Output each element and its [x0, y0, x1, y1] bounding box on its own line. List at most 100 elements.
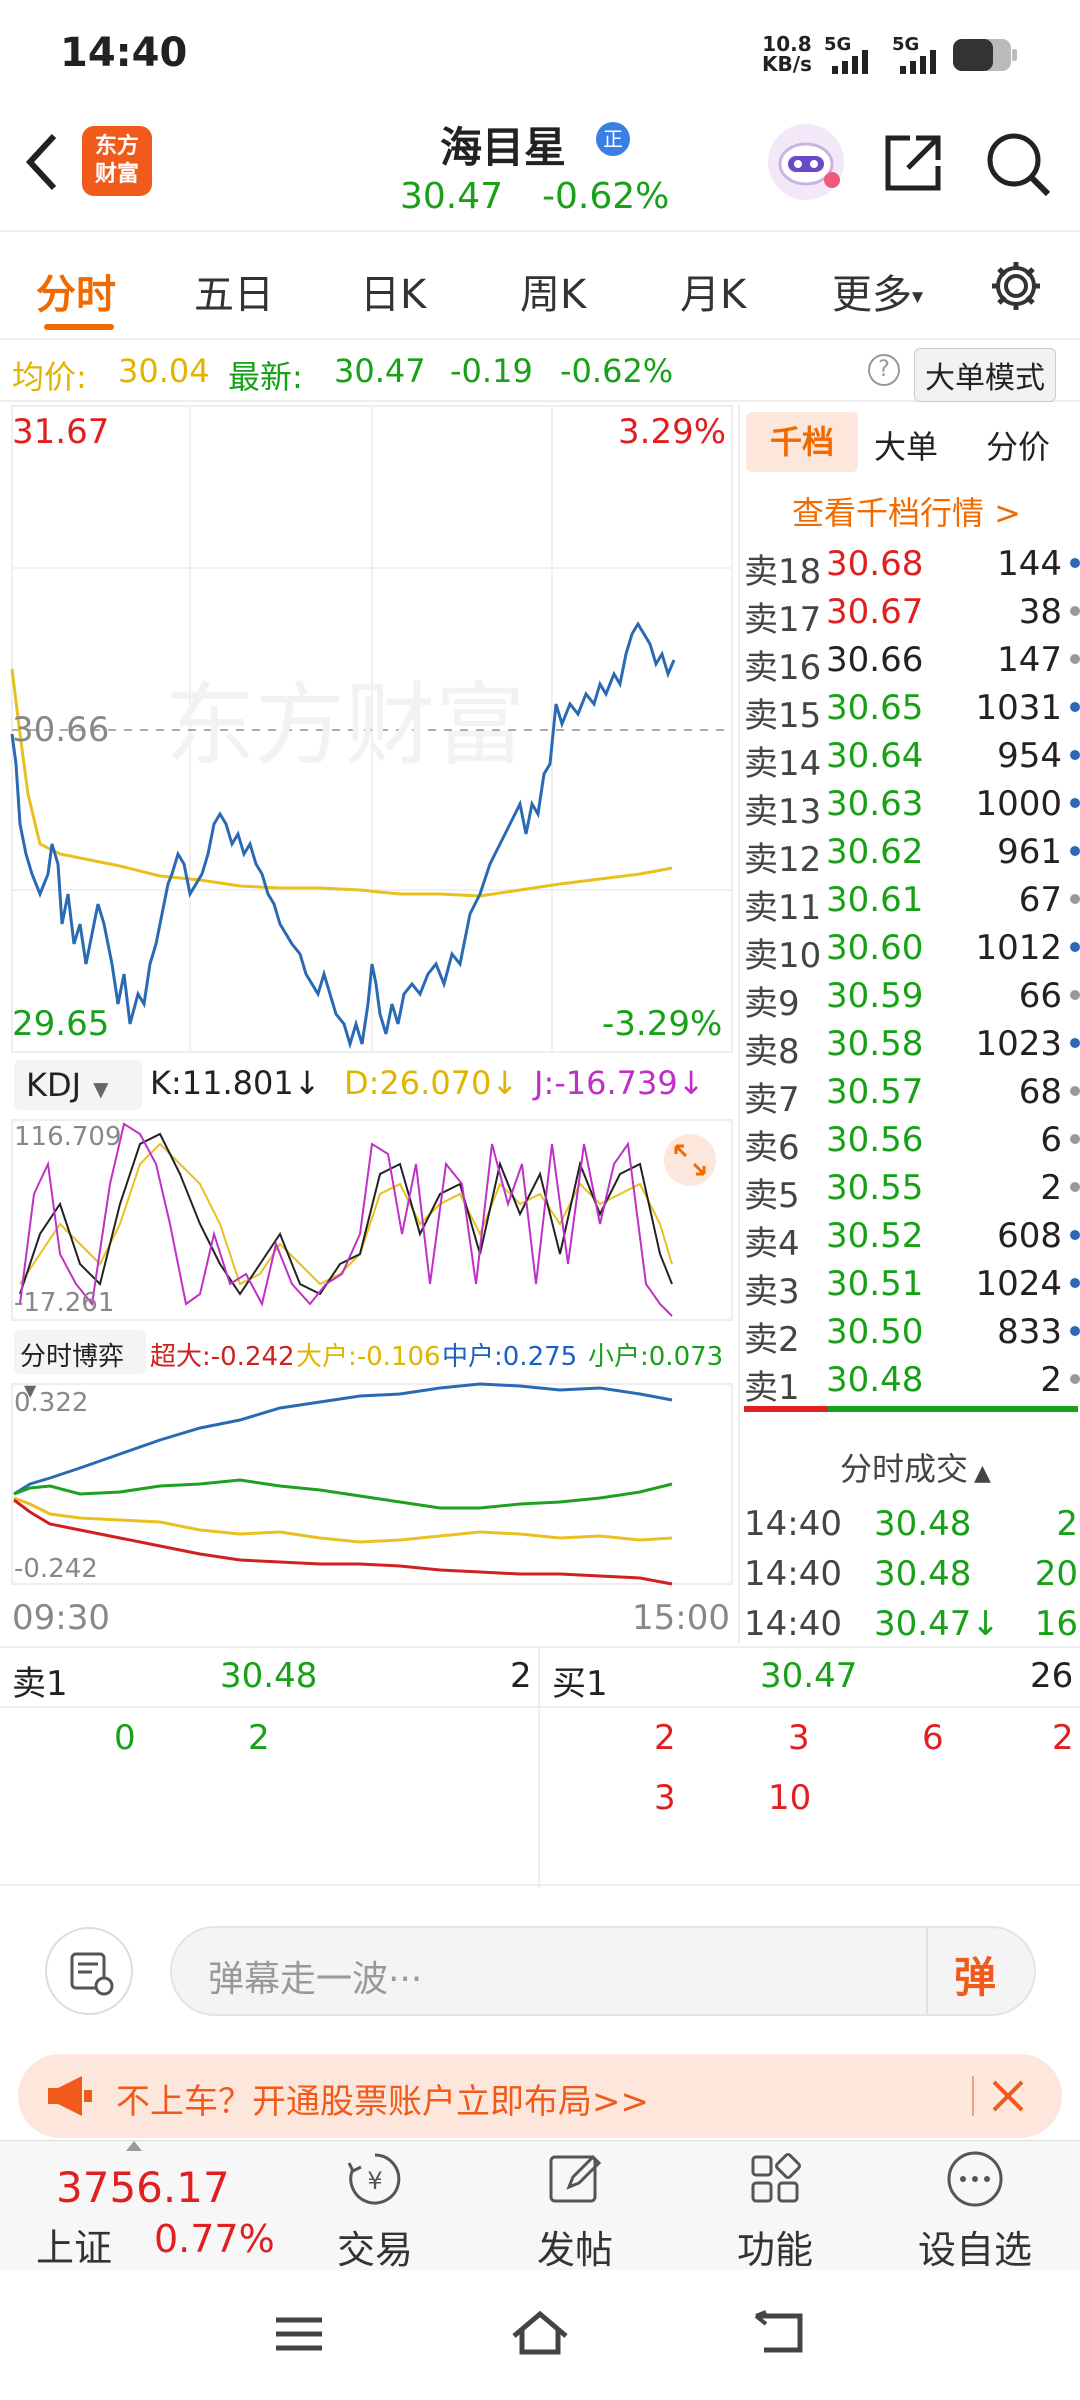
buy-order-queue-item: 3 — [788, 1718, 810, 1758]
ask-volume: 1031 — [975, 688, 1062, 728]
kdj-selector[interactable]: KDJ ▼ — [14, 1060, 142, 1110]
danmu-send-button[interactable]: 弹 — [954, 1944, 996, 2005]
order-dot-icon — [1070, 702, 1080, 712]
price-high-pct-label: 3.29% — [618, 412, 727, 452]
tab-more[interactable]: 更多▾ — [832, 262, 923, 320]
index-value[interactable]: 3756.17 — [56, 2163, 230, 2212]
trade-volume: 20 — [1034, 1554, 1078, 1594]
ask-price: 30.65 — [826, 688, 924, 728]
ask-volume: 2 — [1040, 1360, 1062, 1400]
comment-placeholder: 弹幕走一波··· — [208, 1959, 423, 2000]
trades-title[interactable]: 分时成交 ▲ — [840, 1444, 991, 1490]
menu-icon[interactable] — [274, 2314, 324, 2354]
settings-gear-icon[interactable] — [988, 258, 1044, 314]
nav-watchlist[interactable]: 设自选 — [910, 2149, 1040, 2274]
order-dot-icon — [1070, 654, 1080, 664]
ask-row: 卖9 30.59 66 — [740, 972, 1080, 1024]
nav-trade[interactable]: ¥ 交易 — [310, 2149, 440, 2274]
avg-value: 30.04 — [118, 352, 210, 390]
ask-volume: 1012 — [975, 928, 1062, 968]
badge-icon: 正 — [596, 122, 630, 156]
comment-bar: 弹幕走一波··· 弹 — [0, 1888, 1080, 2038]
comment-list-icon[interactable] — [44, 1926, 134, 2016]
ask-price: 30.58 — [826, 1024, 924, 1064]
back-nav-icon[interactable] — [752, 2310, 808, 2356]
price-low-pct-label: -3.29% — [602, 1004, 723, 1044]
tab-price-distribution[interactable]: 分价 — [986, 422, 1050, 468]
order-dot-icon — [1070, 1134, 1080, 1144]
ask-row: 卖7 30.57 68 — [740, 1068, 1080, 1120]
view-depth-link[interactable]: 查看千档行情 > — [792, 488, 1021, 534]
big-order-mode-button[interactable]: 大单模式 — [914, 348, 1056, 402]
ask-volume: 961 — [997, 832, 1062, 872]
kdj-j-value: J:-16.739↓ — [534, 1064, 705, 1102]
ask-level-label: 卖8 — [744, 1032, 800, 1072]
help-icon[interactable]: ? — [868, 354, 900, 386]
stock-header: 东方 财富 海目星 正 30.47 -0.62% — [0, 110, 1080, 232]
ask-row: 卖5 30.55 2 — [740, 1164, 1080, 1216]
ask-row: 卖11 30.61 67 — [740, 876, 1080, 928]
trade-price: 30.48 — [874, 1504, 972, 1544]
system-nav-bar — [0, 2270, 1080, 2400]
tab-five-day[interactable]: 五日 — [194, 262, 274, 320]
ask-row: 卖2 30.50 833 — [740, 1308, 1080, 1360]
change-value: -0.19 — [450, 352, 533, 390]
nav-functions[interactable]: 功能 — [710, 2149, 840, 2274]
share-icon[interactable] — [880, 130, 946, 196]
stock-name: 海目星 — [440, 123, 567, 172]
index-change[interactable]: 0.77% — [154, 2217, 275, 2261]
search-icon[interactable] — [984, 130, 1054, 200]
ask-row: 卖3 30.51 1024 — [740, 1260, 1080, 1312]
ask-volume: 1023 — [975, 1024, 1062, 1064]
nav-post[interactable]: 发帖 — [510, 2149, 640, 2274]
ask-price: 30.62 — [826, 832, 924, 872]
tab-monthly-k[interactable]: 月K — [680, 262, 746, 320]
index-name[interactable]: 上证 — [36, 2217, 112, 2272]
ask-row: 卖1 30.48 2 — [740, 1356, 1080, 1408]
kdj-k-value: K:11.801↓ — [150, 1064, 321, 1102]
expand-chart-icon[interactable] — [664, 1134, 716, 1186]
buy-order-queue-item: 10 — [768, 1778, 812, 1818]
ask-price: 30.67 — [826, 592, 924, 632]
kdj-j-line — [19, 1122, 673, 1317]
order-dot-icon — [1070, 1086, 1080, 1096]
tab-big-orders[interactable]: 大单 — [874, 422, 938, 468]
home-icon[interactable] — [510, 2308, 570, 2358]
small-value: 小户:0.073 — [588, 1342, 724, 1372]
ask-row: 卖10 30.60 1012 — [740, 924, 1080, 976]
trade-price: 30.48 — [874, 1554, 972, 1594]
period-tabs: 分时 五日 日K 周K 月K 更多▾ — [0, 232, 1080, 340]
order-dot-icon — [1070, 1278, 1080, 1288]
game-selector[interactable]: 分时博弈▼ — [14, 1330, 146, 1400]
ask-price: 30.56 — [826, 1120, 924, 1160]
app-logo[interactable]: 东方 财富 — [82, 126, 152, 196]
trade-volume: 2 — [1056, 1504, 1078, 1544]
tab-daily-k[interactable]: 日K — [360, 262, 426, 320]
depth-buy-price: 30.47 — [760, 1656, 858, 1696]
status-time: 14:40 — [60, 30, 188, 76]
avg-label: 均价: — [12, 358, 87, 396]
ask-price: 30.52 — [826, 1216, 924, 1256]
order-dot-icon — [1070, 1182, 1080, 1192]
depth-sell-price: 30.48 — [220, 1656, 318, 1696]
tab-intraday[interactable]: 分时 — [36, 262, 116, 320]
ask-level-label: 卖10 — [744, 936, 822, 976]
ask-volume: 1024 — [975, 1264, 1062, 1304]
close-icon[interactable] — [988, 2076, 1028, 2116]
ask-price: 30.61 — [826, 880, 924, 920]
comment-input[interactable]: 弹幕走一波··· 弹 — [170, 1926, 1036, 2016]
ask-price: 30.48 — [826, 1360, 924, 1400]
promo-banner[interactable]: 不上车？开通股票账户立即布局>> — [18, 2054, 1062, 2138]
tab-weekly-k[interactable]: 周K — [520, 262, 586, 320]
order-dot-icon — [1070, 1326, 1080, 1336]
assistant-robot-icon[interactable] — [766, 122, 846, 202]
price-low-label: 29.65 — [12, 1004, 110, 1044]
input-divider — [926, 1928, 928, 2014]
price-summary-bar: 均价: 30.04 最新: 30.47 -0.19 -0.62% ? 大单模式 — [0, 342, 1080, 402]
back-icon[interactable] — [22, 130, 62, 194]
ask-level-label: 卖18 — [744, 552, 822, 592]
ask-price: 30.64 — [826, 736, 924, 776]
tab-depth[interactable]: 千档 — [746, 412, 858, 472]
dropdown-caret-icon: ▾ — [912, 284, 924, 310]
trade-row: 14:40 30.48 20 — [740, 1550, 1080, 1598]
